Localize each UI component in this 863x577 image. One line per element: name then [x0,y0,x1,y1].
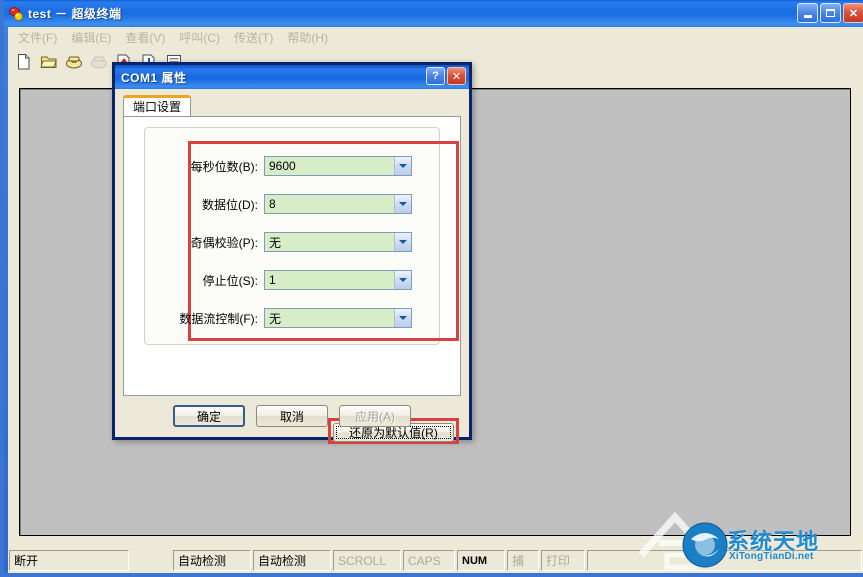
status-scroll: SCROLL [333,550,401,571]
hyperterminal-icon [8,6,24,22]
dialog-close-button[interactable]: ✕ [447,67,466,85]
menu-item-view[interactable]: 查看(V) [118,27,172,48]
close-icon: ✕ [848,7,859,20]
chevron-down-icon[interactable] [394,271,411,289]
combo-stop-bits[interactable]: 1 [264,270,412,290]
combo-value-parity: 无 [269,235,282,250]
combo-data-bits[interactable]: 8 [264,194,412,214]
disconnect-icon [87,51,110,73]
question-mark-icon: ? [432,70,439,82]
dialog-footer: 确定 取消 应用(A) [115,405,469,427]
minimize-icon [803,14,812,18]
settings-groupbox: 每秒位数(B): 9600 数据位(D): 8 奇偶校验(P): 无 停止位(S… [144,127,459,345]
ok-label: 确定 [196,409,221,424]
combo-value-data-bits: 8 [269,197,276,211]
cancel-label: 取消 [279,409,304,424]
status-connection: 断开 [9,550,129,571]
field-row-stop-bits: 停止位(S): 1 [158,270,412,290]
combo-bits-per-second[interactable]: 9600 [264,156,412,176]
close-icon: ✕ [451,70,462,83]
combo-value-flow-control: 无 [269,311,282,326]
new-connection-icon[interactable] [12,51,35,73]
label-data-bits: 数据位(D): [202,197,258,212]
label-parity: 奇偶校验(P): [190,235,258,250]
field-row-flow-control: 数据流控制(F): 无 [158,308,412,328]
menu-item-call[interactable]: 呼叫(C) [172,27,227,48]
status-bar: 断开 自动检测 自动检测 SCROLL CAPS NUM 捕 打印 [8,548,863,573]
status-print: 打印 [541,550,585,571]
minimize-button[interactable] [797,3,818,23]
maximize-icon [826,9,835,17]
menu-item-help[interactable]: 帮助(H) [280,27,335,48]
help-button[interactable]: ? [426,67,445,85]
chevron-down-icon[interactable] [394,233,411,251]
combo-value-bits-per-second: 9600 [269,159,296,173]
close-button[interactable]: ✕ [843,3,863,23]
status-filler [587,550,862,571]
status-capture: 捕 [507,550,539,571]
open-folder-icon[interactable] [37,51,60,73]
combo-flow-control[interactable]: 无 [264,308,412,328]
tab-panel-port-settings: 每秒位数(B): 9600 数据位(D): 8 奇偶校验(P): 无 停止位(S… [123,116,461,444]
status-detect-2: 自动检测 [253,550,331,571]
status-detect-1: 自动检测 [173,550,251,571]
label-stop-bits: 停止位(S): [202,273,258,288]
apply-button: 应用(A) [339,405,411,427]
tab-port-settings[interactable]: 端口设置 [123,95,192,117]
status-spacer [131,550,171,571]
dialog-titlebar: COM1 属性 ? ✕ [115,65,469,89]
label-flow-control: 数据流控制(F): [179,311,258,326]
field-row-data-bits: 数据位(D): 8 [158,194,412,214]
field-row-bits-per-second: 每秒位数(B): 9600 [158,156,412,176]
dialog-controls: ? ✕ [426,67,466,85]
field-row-parity: 奇偶校验(P): 无 [158,232,412,252]
apply-label: 应用(A) [355,409,395,424]
menu-item-file[interactable]: 文件(F) [11,27,64,48]
chevron-down-icon[interactable] [394,309,411,327]
tab-strip: 端口设置 [123,95,192,117]
cancel-button[interactable]: 取消 [256,405,328,427]
maximize-button[interactable] [820,3,841,23]
label-bits-per-second: 每秒位数(B): [190,159,258,174]
chevron-down-icon[interactable] [394,157,411,175]
dialog-title: COM1 属性 [121,70,187,85]
status-num: NUM [457,550,505,571]
menu-item-edit[interactable]: 编辑(E) [64,27,118,48]
com-properties-dialog: COM1 属性 ? ✕ 端口设置 每秒位数(B): 9600 数据位(D): 8… [112,62,472,444]
status-caps: CAPS [403,550,455,571]
menu-bar: 文件(F) 编辑(E) 查看(V) 呼叫(C) 传送(T) 帮助(H) [8,27,863,48]
combo-value-stop-bits: 1 [269,273,276,287]
chevron-down-icon[interactable] [394,195,411,213]
dialog-body: 端口设置 每秒位数(B): 9600 数据位(D): 8 奇偶校验(P): 无 … [115,89,469,444]
app-root: test － 超级终端 ✕ 文件(F) 编辑(E) 查看(V) 呼叫(C) 传送… [0,0,863,577]
window-title: test － 超级终端 [28,7,122,21]
combo-parity[interactable]: 无 [264,232,412,252]
ok-button[interactable]: 确定 [173,405,245,427]
menu-item-transfer[interactable]: 传送(T) [227,27,280,48]
window-controls: ✕ [797,3,863,23]
window-titlebar: test － 超级终端 ✕ [4,0,863,27]
call-icon[interactable] [62,51,85,73]
